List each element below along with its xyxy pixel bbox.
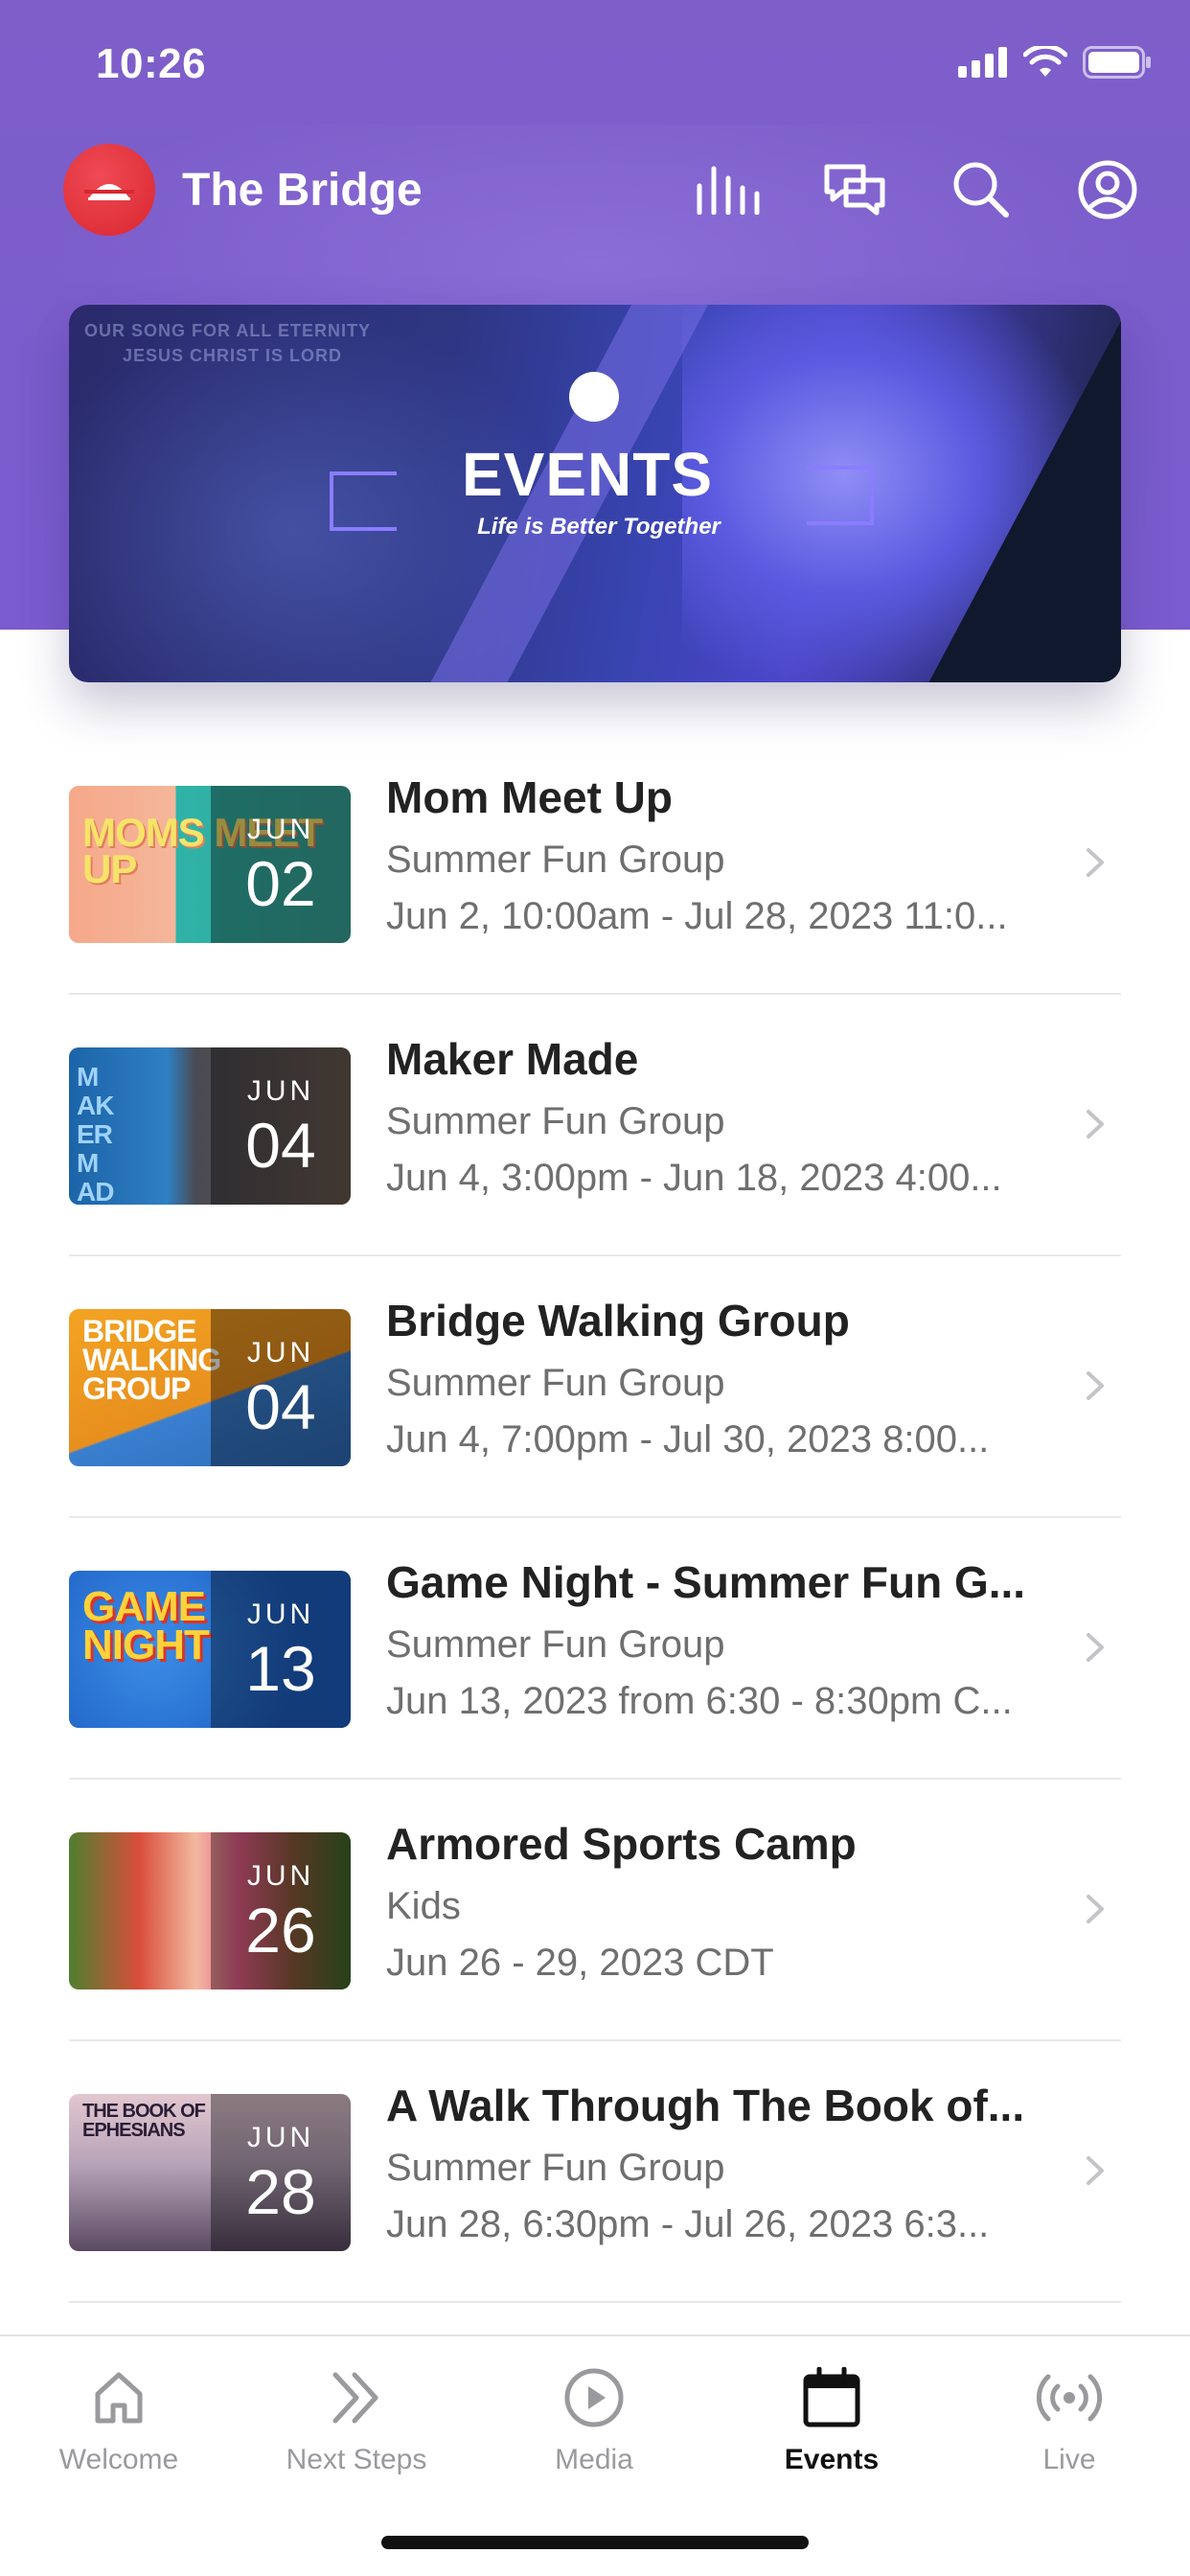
event-item[interactable]: MAKER MADE JUN 04 Maker Made Summer Fun …	[69, 995, 1121, 1256]
double-chevron-icon	[322, 2363, 391, 2432]
home-icon	[84, 2363, 153, 2432]
event-thumbnail: JUN 26	[69, 1832, 351, 1990]
tab-live[interactable]: Live	[950, 2363, 1188, 2476]
event-item[interactable]: THE BOOK OF EPHESIANS JUN 28 A Walk Thro…	[69, 2041, 1121, 2303]
play-circle-icon	[560, 2363, 629, 2432]
date-chip: JUN 04	[211, 1309, 351, 1466]
date-chip: JUN 04	[211, 1047, 351, 1205]
event-title: Game Night - Summer Fun G...	[386, 1557, 1026, 1607]
chevron-right-icon	[1087, 1371, 1104, 1400]
event-list: MOMS MEET UP JUN 02 Mom Meet Up Summer F…	[69, 733, 1121, 2303]
events-banner[interactable]: OUR SONG FOR ALL ETERNITY JESUS CHRIST I…	[69, 305, 1121, 682]
chevron-right-icon	[1087, 2156, 1104, 2185]
chevron-right-icon	[1087, 1895, 1104, 1923]
event-datetime: Jun 26 - 29, 2023 CDT	[386, 1942, 774, 1984]
date-chip: JUN 28	[211, 2094, 351, 2251]
chevron-right-icon	[1087, 848, 1104, 877]
event-datetime: Jun 4, 3:00pm - Jun 18, 2023 4:00...	[386, 1157, 1002, 1199]
event-item[interactable]: MOMS MEET UP JUN 02 Mom Meet Up Summer F…	[69, 733, 1121, 995]
battery-icon	[1083, 46, 1151, 79]
status-icons	[958, 46, 1152, 79]
date-chip: JUN 02	[211, 786, 351, 943]
tab-next-steps[interactable]: Next Steps	[238, 2363, 475, 2476]
home-indicator[interactable]	[381, 2536, 809, 2549]
event-datetime: Jun 4, 7:00pm - Jul 30, 2023 8:00...	[386, 1418, 990, 1460]
event-title: A Walk Through The Book of...	[386, 2081, 1025, 2130]
chevron-right-icon	[1087, 1633, 1104, 1662]
event-thumbnail: THE BOOK OF EPHESIANS JUN 28	[69, 2094, 351, 2251]
event-group: Summer Fun Group	[386, 2147, 725, 2189]
date-chip: JUN 13	[211, 1571, 351, 1728]
event-group: Summer Fun Group	[386, 1100, 725, 1142]
event-thumbnail: GAME NIGHT JUN 13	[69, 1571, 351, 1728]
banner-logo-icon	[569, 372, 619, 422]
event-thumbnail: BRIDGE WALKING GROUP JUN 04	[69, 1309, 351, 1466]
banner-subtitle: Life is Better Together	[477, 514, 721, 540]
tab-media[interactable]: Media	[475, 2363, 713, 2476]
event-thumbnail: MAKER MADE JUN 04	[69, 1047, 351, 1205]
event-title: Bridge Walking Group	[386, 1296, 850, 1346]
app-bar-actions	[692, 153, 1144, 226]
app-title: The Bridge	[182, 164, 423, 216]
event-thumbnail: MOMS MEET UP JUN 02	[69, 786, 351, 943]
banner-title: EVENTS	[461, 440, 714, 509]
profile-icon[interactable]	[1071, 153, 1144, 226]
event-group: Summer Fun Group	[386, 839, 725, 881]
equalizer-icon[interactable]	[692, 153, 765, 226]
event-title: Maker Made	[386, 1034, 639, 1084]
calendar-icon	[797, 2363, 866, 2432]
event-title: Armored Sports Camp	[386, 1819, 857, 1869]
event-datetime: Jun 2, 10:00am - Jul 28, 2023 11:0...	[386, 895, 1008, 937]
event-datetime: Jun 28, 6:30pm - Jul 26, 2023 6:3...	[386, 2203, 990, 2245]
cellular-signal-icon	[958, 47, 1007, 78]
banner-lyric: OUR SONG FOR ALL ETERNITY JESUS CHRIST I…	[84, 321, 372, 365]
event-group: Summer Fun Group	[386, 1362, 725, 1404]
wifi-icon	[1023, 46, 1067, 77]
search-icon[interactable]	[945, 153, 1018, 226]
event-item[interactable]: BRIDGE WALKING GROUP JUN 04 Bridge Walki…	[69, 1256, 1121, 1518]
event-group: Kids	[386, 1885, 461, 1927]
event-group: Summer Fun Group	[386, 1623, 725, 1666]
broadcast-icon	[1035, 2363, 1104, 2432]
event-title: Mom Meet Up	[386, 772, 673, 822]
tab-welcome[interactable]: Welcome	[0, 2363, 238, 2476]
date-chip: JUN 26	[211, 1832, 351, 1990]
tab-events[interactable]: Events	[713, 2363, 950, 2476]
brand[interactable]: The Bridge	[63, 144, 423, 236]
event-item[interactable]: GAME NIGHT JUN 13 Game Night - Summer Fu…	[69, 1518, 1121, 1780]
chat-icon[interactable]	[818, 153, 891, 226]
status-time: 10:26	[96, 40, 207, 87]
event-datetime: Jun 13, 2023 from 6:30 - 8:30pm C...	[386, 1680, 1013, 1722]
chevron-right-icon	[1087, 1110, 1104, 1138]
event-item[interactable]: JUN 26 Armored Sports Camp Kids Jun 26 -…	[69, 1780, 1121, 2041]
bridge-logo-icon	[63, 144, 155, 236]
